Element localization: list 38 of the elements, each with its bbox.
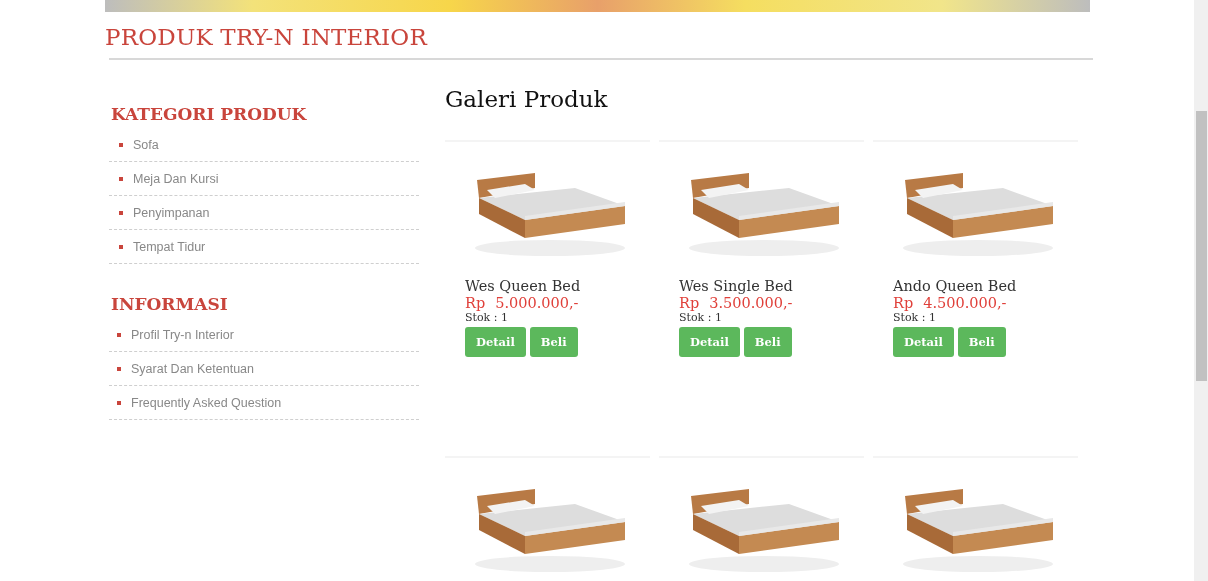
sidebar-link[interactable]: Sofa bbox=[109, 128, 419, 162]
product-price: 5.000.000,- bbox=[495, 295, 579, 311]
product-price: 4.500.000,- bbox=[923, 295, 1007, 311]
currency-label: Rp bbox=[893, 295, 914, 311]
bullet-icon bbox=[117, 400, 121, 405]
buy-button[interactable]: Beli bbox=[957, 327, 1006, 357]
stock-label: Stok : 1 bbox=[893, 311, 937, 325]
product-name: Ando Queen Bed bbox=[893, 278, 1018, 295]
sidebar-link[interactable]: Meja Dan Kursi bbox=[109, 162, 419, 196]
bullet-icon bbox=[119, 210, 123, 215]
currency-label: Rp bbox=[465, 295, 486, 311]
product-price: 3.500.000,- bbox=[709, 295, 793, 311]
sidebar-link[interactable]: Penyimpanan bbox=[109, 196, 419, 230]
gallery-title: Galeri Produk bbox=[445, 86, 609, 112]
sidebar-heading: INFORMASI bbox=[111, 294, 229, 314]
stock-label: Stok : 1 bbox=[465, 311, 509, 325]
sidebar-link[interactable]: Tempat Tidur bbox=[109, 230, 419, 264]
sidebar-heading: KATEGORI PRODUK bbox=[111, 104, 308, 124]
product-name: Wes Queen Bed bbox=[465, 278, 582, 295]
bullet-icon bbox=[119, 244, 123, 249]
scrollbar-thumb[interactable] bbox=[1195, 111, 1207, 381]
currency-label: Rp bbox=[679, 295, 700, 311]
site-title: PRODUK TRY-N INTERIOR bbox=[105, 24, 429, 50]
detail-button[interactable]: Detail bbox=[465, 327, 526, 357]
detail-button[interactable]: Detail bbox=[893, 327, 954, 357]
bullet-icon bbox=[119, 142, 123, 147]
scrollbar[interactable] bbox=[1194, 0, 1208, 581]
product-name: Wes Single Bed bbox=[679, 278, 794, 295]
sidebar-link[interactable]: Frequently Asked Question bbox=[109, 386, 419, 420]
stock-label: Stok : 1 bbox=[679, 311, 723, 325]
bullet-icon bbox=[117, 366, 121, 371]
buy-button[interactable]: Beli bbox=[743, 327, 792, 357]
detail-button[interactable]: Detail bbox=[679, 327, 740, 357]
buy-button[interactable]: Beli bbox=[529, 327, 578, 357]
bullet-icon bbox=[117, 332, 121, 337]
sidebar-link[interactable]: Profil Try-n Interior bbox=[109, 318, 419, 352]
bullet-icon bbox=[119, 176, 123, 181]
sidebar-link[interactable]: Syarat Dan Ketentuan bbox=[109, 352, 419, 386]
